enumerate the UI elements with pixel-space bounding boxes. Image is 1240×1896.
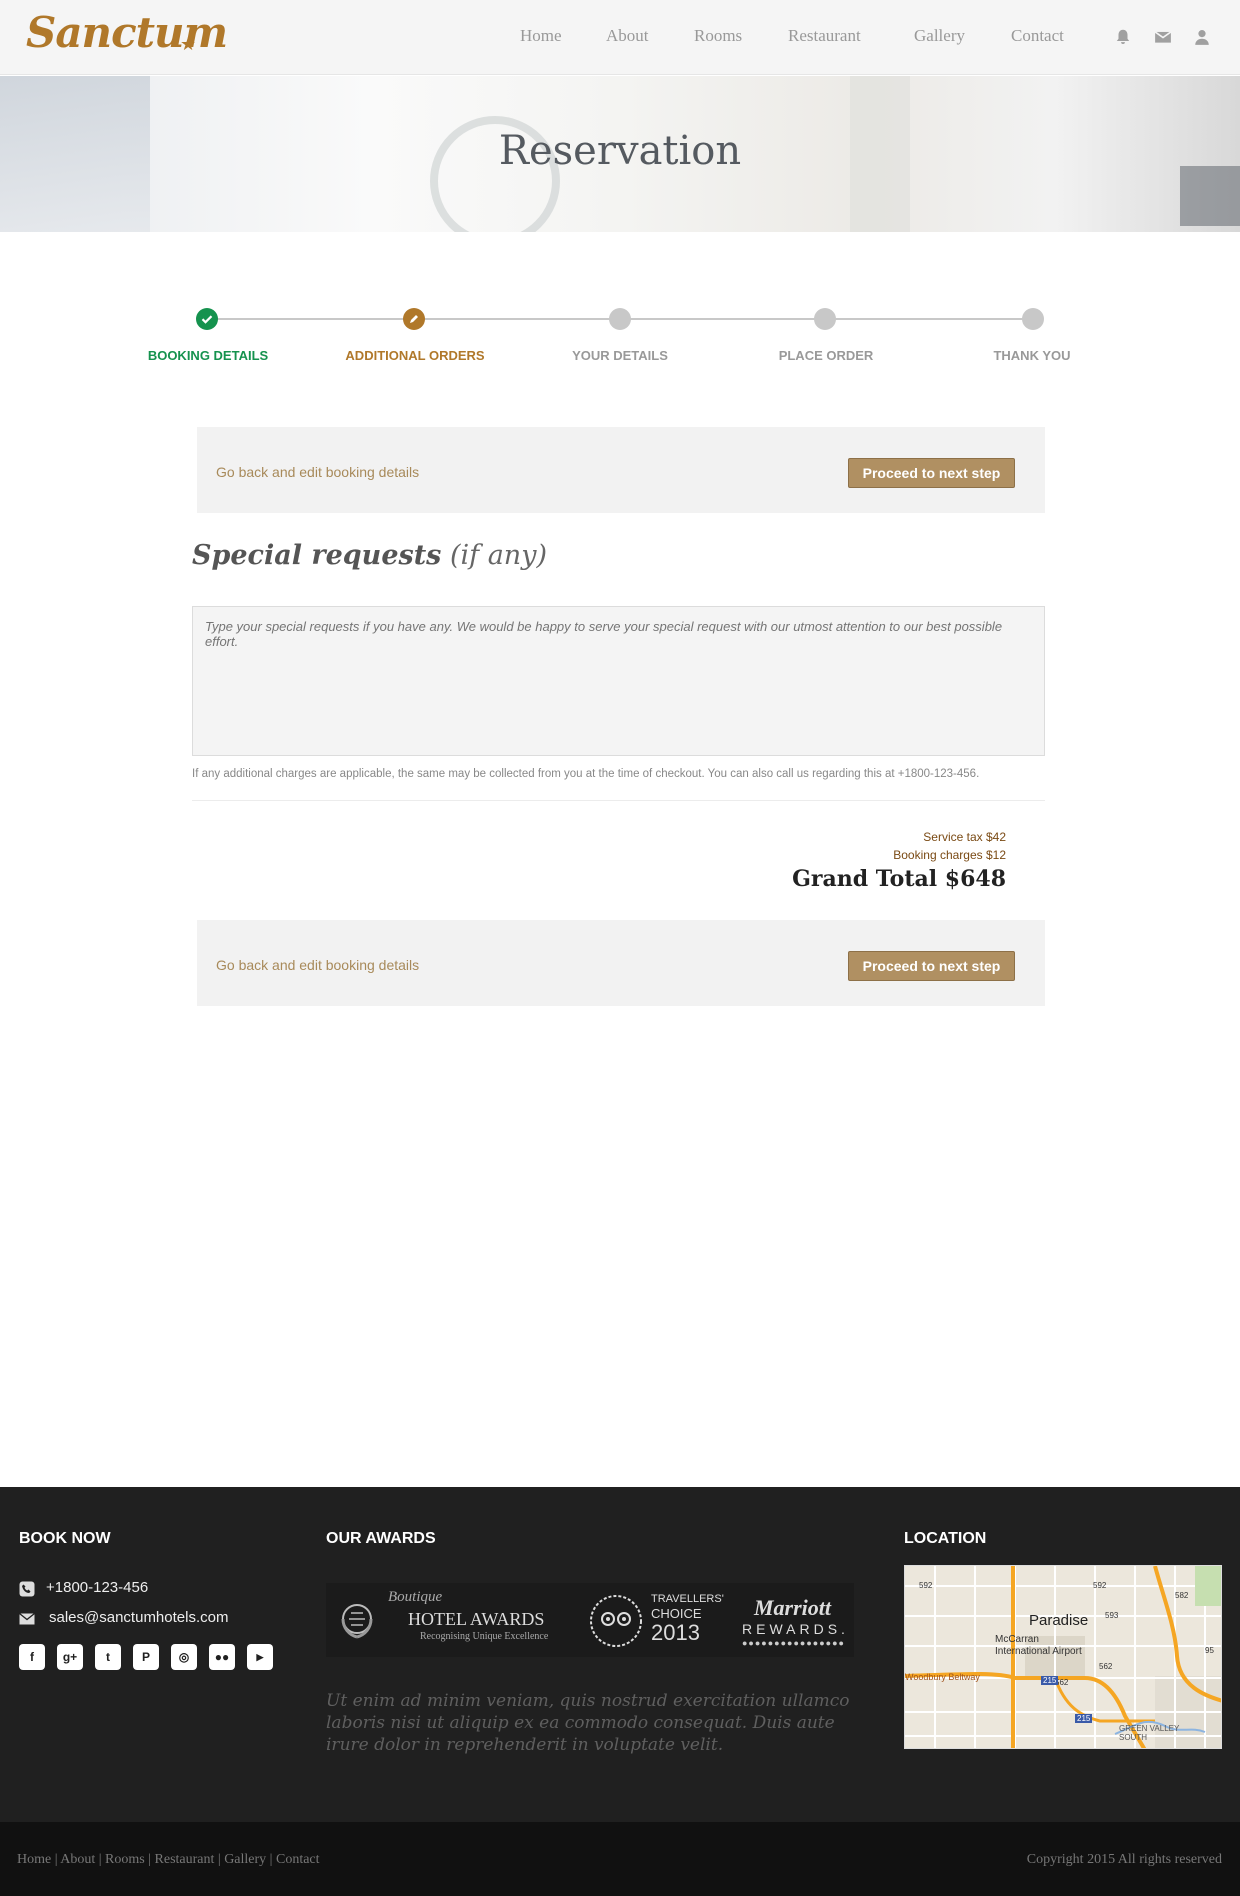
action-bar-top: Go back and edit booking details Proceed… xyxy=(197,427,1045,513)
map-road-label: Woodbury Beltway xyxy=(905,1672,980,1682)
footer-email[interactable]: sales@sanctumhotels.com xyxy=(49,1609,228,1626)
nav-rooms[interactable]: Rooms xyxy=(694,26,742,46)
user-icon[interactable] xyxy=(1193,28,1211,46)
step-5-indicator xyxy=(1022,308,1044,330)
map-route-215: 215 xyxy=(1041,1676,1059,1685)
map-route-562: 562 xyxy=(1099,1662,1113,1671)
map-city-label: Paradise xyxy=(1029,1612,1089,1629)
step-3-label: YOUR DETAILS xyxy=(572,348,668,363)
service-tax: Service tax $42 xyxy=(923,830,1006,844)
flickr-icon[interactable]: ●● xyxy=(209,1644,235,1670)
tripadvisor-award-year: 2013 xyxy=(651,1620,700,1645)
step-3-indicator xyxy=(609,308,631,330)
nav-contact[interactable]: Contact xyxy=(1011,26,1064,46)
envelope-icon xyxy=(19,1612,35,1625)
step-1-indicator xyxy=(196,308,218,330)
check-icon xyxy=(201,315,213,324)
divider xyxy=(192,800,1045,801)
bell-icon[interactable] xyxy=(1114,28,1132,46)
map-route-215: 215 xyxy=(1075,1714,1093,1723)
book-now-heading: BOOK NOW xyxy=(19,1530,111,1547)
google-plus-icon[interactable]: g+ xyxy=(57,1644,83,1670)
pinterest-icon[interactable]: P xyxy=(133,1644,159,1670)
nav-home[interactable]: Home xyxy=(520,26,562,46)
map-area-label: GREEN VALLEY SOUTH xyxy=(1119,1724,1180,1742)
footer-nav-links[interactable]: Home | About | Rooms | Restaurant | Gall… xyxy=(17,1852,320,1868)
hero-background-shape xyxy=(1180,166,1240,226)
tripadvisor-award-line2: CHOICE xyxy=(651,1606,702,1621)
location-map[interactable]: Paradise McCarran International Airport … xyxy=(904,1565,1222,1749)
copyright: Copyright 2015 All rights reserved xyxy=(1026,1852,1222,1867)
map-route-95: 95 xyxy=(1205,1646,1214,1655)
envelope-icon[interactable] xyxy=(1154,28,1172,46)
nav-about[interactable]: About xyxy=(606,26,649,46)
bottom-bar: Home | About | Rooms | Restaurant | Gall… xyxy=(0,1822,1240,1896)
boutique-script: Boutique xyxy=(388,1589,443,1605)
map-route-593: 593 xyxy=(1105,1611,1119,1620)
awards-strip: Boutique HOTEL AWARDS Recognising Unique… xyxy=(326,1583,854,1657)
main-nav: Home About Rooms Restaurant Gallery Cont… xyxy=(0,26,1240,50)
tripadvisor-owl-icon xyxy=(590,1595,642,1647)
grand-total: Grand Total $648 xyxy=(792,866,1006,892)
step-2-indicator xyxy=(403,308,425,330)
phone-icon xyxy=(19,1581,35,1597)
special-requests-heading: Special requests (if any) xyxy=(192,540,547,571)
map-route-582: 582 xyxy=(1175,1591,1189,1600)
boutique-award-name: HOTEL AWARDS xyxy=(408,1609,545,1629)
facebook-icon[interactable]: f xyxy=(19,1644,45,1670)
site-footer: BOOK NOW +1800-123-456 sales@sanctumhote… xyxy=(0,1487,1240,1822)
proceed-next-button[interactable]: Proceed to next step xyxy=(848,951,1015,981)
nav-gallery[interactable]: Gallery xyxy=(914,26,965,46)
action-bar-bottom: Go back and edit booking details Proceed… xyxy=(197,920,1045,1006)
marriott-logo: Marriott xyxy=(754,1595,832,1620)
back-to-booking-link[interactable]: Go back and edit booking details xyxy=(216,957,419,973)
boutique-award-tagline: Recognising Unique Excellence xyxy=(420,1631,549,1642)
location-heading: LOCATION xyxy=(904,1530,987,1547)
youtube-icon[interactable]: ▶ xyxy=(247,1644,273,1670)
special-requests-title: Special requests xyxy=(192,540,442,571)
tripadvisor-award-line1: TRAVELLERS' xyxy=(651,1593,724,1605)
step-1-label: BOOKING DETAILS xyxy=(147,348,269,363)
map-route-592: 592 xyxy=(919,1581,933,1590)
step-5-label: THANK YOU xyxy=(993,348,1071,363)
page-title: Reservation xyxy=(498,128,742,174)
proceed-next-button[interactable]: Proceed to next step xyxy=(848,458,1015,488)
special-requests-input[interactable] xyxy=(192,606,1045,756)
twitter-icon[interactable]: t xyxy=(95,1644,121,1670)
back-to-booking-link[interactable]: Go back and edit booking details xyxy=(216,464,419,480)
step-4-label: PLACE ORDER xyxy=(778,348,874,363)
awards-quote: Ut enim ad minim veniam, quis nostrud ex… xyxy=(326,1691,850,1755)
marriott-rewards: REWARDS. xyxy=(742,1621,849,1637)
globe-laurel-icon xyxy=(341,1604,373,1639)
footer-phone[interactable]: +1800-123-456 xyxy=(46,1579,148,1596)
charges-note: If any additional charges are applicable… xyxy=(192,768,980,780)
map-airport-label: McCarran International Airport xyxy=(995,1634,1082,1657)
step-4-indicator xyxy=(814,308,836,330)
marriott-dots: ●●●●●●●●●●●●●●●● xyxy=(742,1638,845,1648)
booking-charges: Booking charges $12 xyxy=(893,848,1006,862)
pencil-icon xyxy=(410,315,418,323)
awards-heading: OUR AWARDS xyxy=(326,1530,436,1547)
instagram-icon[interactable]: ◎ xyxy=(171,1644,197,1670)
step-2-label: ADDITIONAL ORDERS xyxy=(345,348,485,363)
nav-restaurant[interactable]: Restaurant xyxy=(788,26,861,46)
map-route-592: 592 xyxy=(1093,1581,1107,1590)
special-requests-subtitle: (if any) xyxy=(449,540,547,571)
site-header: Sanctum ★ Home About Rooms Restaurant Ga… xyxy=(0,0,1240,75)
